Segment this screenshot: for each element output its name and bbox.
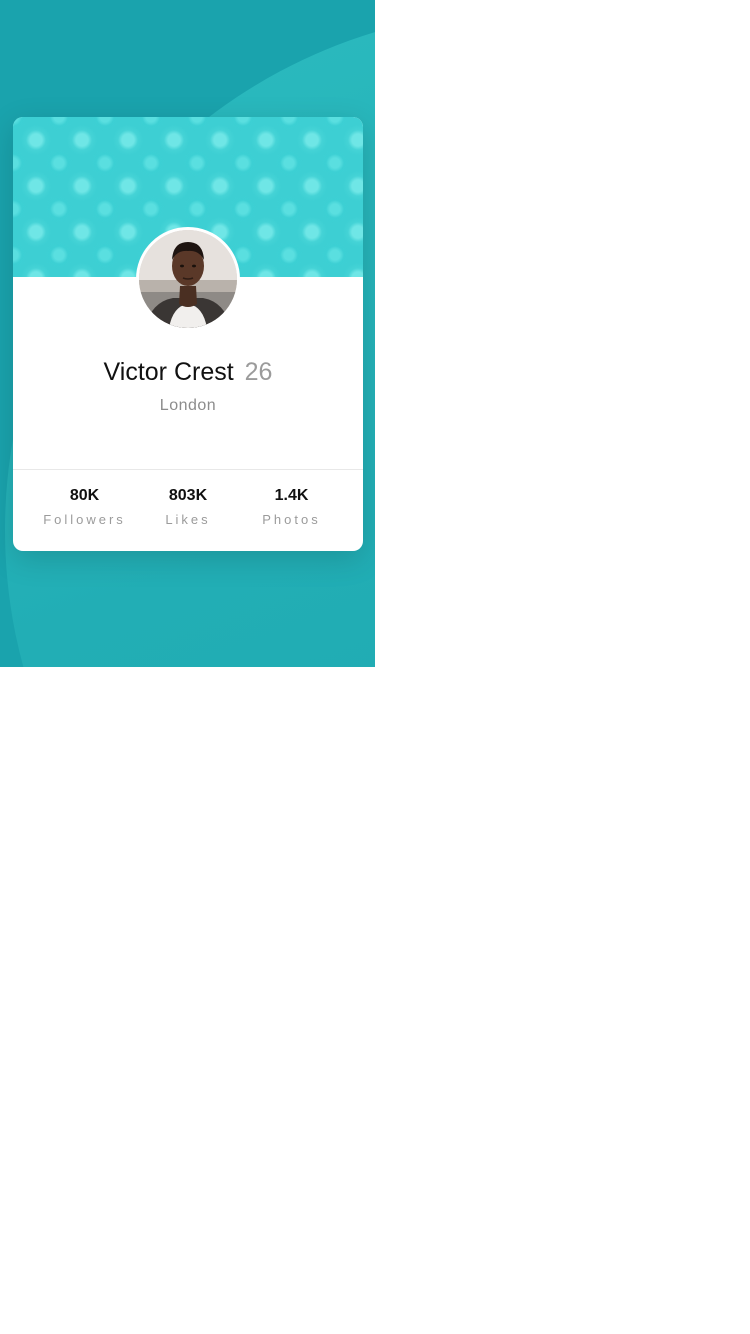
- profile-card: Victor Crest 26 London 80K Followers 803…: [13, 117, 363, 551]
- profile-name: Victor Crest: [103, 358, 234, 386]
- stats-row: 80K Followers 803K Likes 1.4K Photos: [33, 485, 343, 529]
- stat-value: 803K: [168, 487, 208, 504]
- profile-name-row: Victor Crest 26: [13, 355, 363, 389]
- stat-likes[interactable]: 803K Likes: [137, 485, 240, 529]
- profile-age: 26: [244, 358, 273, 386]
- divider: [13, 469, 363, 470]
- profile-city: London: [159, 397, 217, 414]
- avatar-photo: [139, 230, 237, 328]
- stat-label: Followers: [43, 512, 126, 527]
- stat-label: Photos: [262, 512, 321, 527]
- stat-followers[interactable]: 80K Followers: [33, 485, 136, 529]
- stat-label: Likes: [165, 512, 211, 527]
- stat-value: 80K: [69, 487, 100, 504]
- stat-value: 1.4K: [274, 487, 309, 504]
- stat-photos[interactable]: 1.4K Photos: [240, 485, 343, 529]
- app-screen: Victor Crest 26 London 80K Followers 803…: [0, 0, 375, 667]
- avatar[interactable]: [136, 227, 240, 331]
